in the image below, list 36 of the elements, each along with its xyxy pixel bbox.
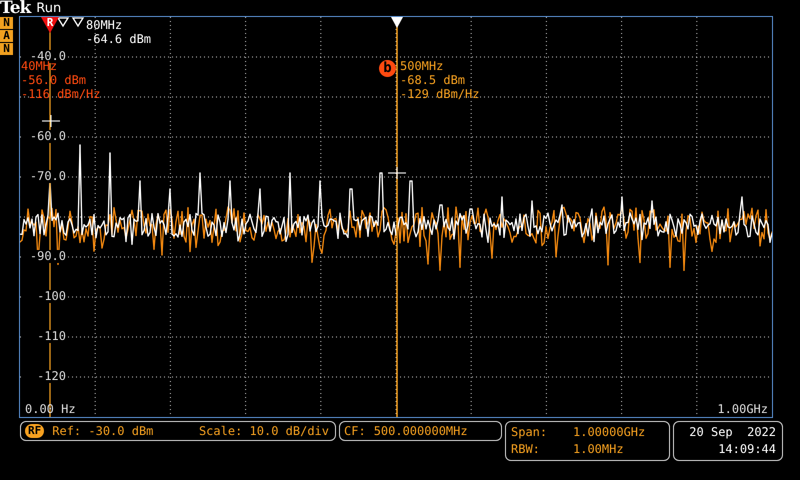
rf-badge: RF [25, 424, 44, 438]
axis-label: -110 [24, 330, 66, 343]
marker-density: -116 dBm/Hz [21, 88, 100, 101]
marker-density: -129 dBm/Hz [400, 88, 480, 101]
rbw-label: RBW: [511, 441, 541, 458]
axis-label: -120 [24, 370, 66, 383]
marker-badge: b [379, 60, 396, 77]
marker-triangle-icon [391, 17, 403, 28]
crosshair-icon [42, 114, 60, 128]
run-status: Run [36, 1, 62, 16]
reference-marker: R [41, 17, 59, 33]
axis-label: -90.0 [24, 250, 66, 263]
delta-power: -64.6 dBm [86, 33, 152, 46]
marker-triangle-icon [72, 17, 84, 28]
cf-label: CF: [344, 424, 366, 438]
stop-frequency: 1.00GHz [717, 403, 768, 416]
side-badge: N [0, 43, 13, 55]
reference-level: Ref: -30.0 dBm [52, 424, 154, 438]
span-value: 1.00000GHz [573, 424, 646, 441]
rbw-value: 1.00MHz [573, 441, 625, 458]
marker-frequency: 500MHz [400, 60, 444, 73]
marker-power: -68.5 dBm [400, 74, 466, 87]
date: 20 Sep 2022 [689, 424, 776, 441]
side-badge: A [0, 30, 13, 42]
logo: Tek [0, 0, 30, 16]
axis-label: -60.0 [24, 130, 66, 143]
span-label: Span: [511, 424, 548, 441]
delta-frequency: 80MHz [86, 19, 122, 32]
side-badge: N [0, 17, 13, 29]
scale-value: Scale: 10.0 dB/div [198, 424, 329, 438]
axis-label: -100 [24, 290, 66, 303]
marker-triangle-icon [56, 17, 70, 28]
crosshair-icon [388, 166, 406, 180]
time: 14:09:44 [718, 441, 776, 458]
cf-value: 500.000000MHz [374, 424, 468, 438]
axis-label: -70.0 [24, 170, 66, 183]
